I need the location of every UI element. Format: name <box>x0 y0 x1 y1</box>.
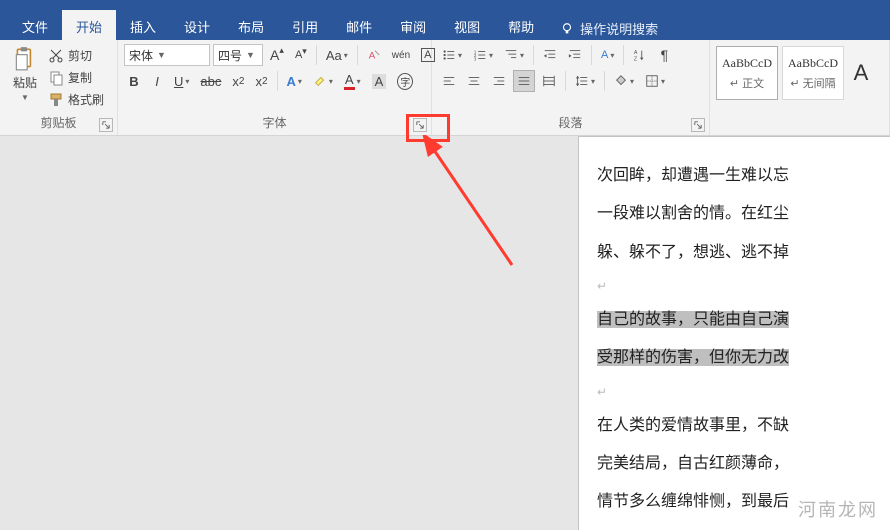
scissors-icon <box>48 48 64 64</box>
tab-insert[interactable]: 插入 <box>116 10 170 40</box>
shading-button[interactable]: ▾ <box>610 70 638 92</box>
change-case-button[interactable]: Aa▾ <box>322 44 352 66</box>
clipboard-group-label: 剪贴板 <box>0 112 117 135</box>
paste-label: 粘贴 <box>13 74 37 91</box>
tab-layout[interactable]: 布局 <box>224 10 278 40</box>
svg-text:A: A <box>634 50 638 56</box>
align-center-button[interactable] <box>463 70 485 92</box>
group-font: 宋体▼ 四号▼ A▴ A▾ Aa▾ A wén A B I U▾ <box>118 40 432 135</box>
group-clipboard: 粘贴 ▼ 剪切 复制 <box>0 40 118 135</box>
increase-indent-button[interactable] <box>564 44 586 66</box>
sort-button[interactable]: AZ <box>629 44 651 66</box>
decrease-indent-button[interactable] <box>539 44 561 66</box>
style-normal[interactable]: AaBbCcD ↵ 正文 <box>716 46 778 100</box>
group-styles: AaBbCcD ↵ 正文 AaBbCcD ↵ 无间隔 A <box>710 40 890 135</box>
bold-button[interactable]: B <box>124 70 144 92</box>
italic-button[interactable]: I <box>147 70 167 92</box>
format-painter-button[interactable]: 格式刷 <box>46 90 106 109</box>
cut-label: 剪切 <box>68 47 92 64</box>
doc-line[interactable]: 次回眸，却遭遇一生难以忘 <box>597 157 890 195</box>
multilevel-list-button[interactable]: ▾ <box>500 44 528 66</box>
character-shading-button[interactable]: A <box>368 70 391 92</box>
format-painter-icon <box>48 92 64 108</box>
lightbulb-icon <box>560 22 574 36</box>
borders-button[interactable]: ▾ <box>641 70 669 92</box>
shrink-font-button[interactable]: A▾ <box>291 44 311 66</box>
tab-review[interactable]: 审阅 <box>386 10 440 40</box>
tab-home[interactable]: 开始 <box>62 10 116 40</box>
copy-button[interactable]: 复制 <box>46 68 106 87</box>
doc-line[interactable]: 完美结局，自古红颜薄命， <box>597 445 890 483</box>
paste-icon <box>12 46 38 72</box>
paragraph-mark: ↵ <box>597 272 890 301</box>
tab-mailings[interactable]: 邮件 <box>332 10 386 40</box>
text-effects-button[interactable]: A▾ <box>283 70 306 92</box>
svg-text:A: A <box>369 51 376 62</box>
enclose-characters-button[interactable]: 字 <box>393 70 417 92</box>
clear-formatting-button[interactable]: A <box>363 44 385 66</box>
align-left-button[interactable] <box>438 70 460 92</box>
tab-help[interactable]: 帮助 <box>494 10 548 40</box>
ribbon-tab-strip: 文件 开始 插入 设计 布局 引用 邮件 审阅 视图 帮助 操作说明搜索 <box>0 10 890 40</box>
grow-font-button[interactable]: A▴ <box>266 44 288 66</box>
paragraph-group-label: 段落 <box>432 112 709 135</box>
document-canvas[interactable]: 次回眸，却遭遇一生难以忘 一段难以割舍的情。在红尘 躲、躲不了，想逃、逃不掉 ↵… <box>0 136 890 530</box>
tab-file[interactable]: 文件 <box>8 10 62 40</box>
font-group-label: 字体 <box>118 112 431 135</box>
document-page[interactable]: 次回眸，却遭遇一生难以忘 一段难以割舍的情。在红尘 躲、躲不了，想逃、逃不掉 ↵… <box>578 136 890 530</box>
tab-references[interactable]: 引用 <box>278 10 332 40</box>
group-paragraph: ▾ 123▾ ▾ A▾ AZ ¶ ▾ ▾ <box>432 40 710 135</box>
bullets-button[interactable]: ▾ <box>438 44 466 66</box>
doc-line[interactable]: 躲、躲不了，想逃、逃不掉 <box>597 234 890 272</box>
styles-group-label <box>710 115 889 135</box>
numbering-button[interactable]: 123▾ <box>469 44 497 66</box>
tab-design[interactable]: 设计 <box>170 10 224 40</box>
font-size-combo[interactable]: 四号▼ <box>213 44 263 66</box>
svg-text:3: 3 <box>474 56 477 61</box>
doc-line[interactable]: 一段难以割舍的情。在红尘 <box>597 195 890 233</box>
tab-view[interactable]: 视图 <box>440 10 494 40</box>
svg-text:Z: Z <box>634 56 638 62</box>
title-bar <box>0 0 890 10</box>
ribbon: 粘贴 ▼ 剪切 复制 <box>0 40 890 136</box>
tell-me-search[interactable]: 操作说明搜索 <box>548 10 670 40</box>
subscript-button[interactable]: x2 <box>228 70 248 92</box>
format-painter-label: 格式刷 <box>68 91 104 108</box>
superscript-button[interactable]: x2 <box>251 70 271 92</box>
doc-line[interactable]: 在人类的爱情故事里，不缺 <box>597 407 890 445</box>
asian-layout-button[interactable]: A▾ <box>597 44 618 66</box>
line-spacing-button[interactable]: ▾ <box>571 70 599 92</box>
copy-icon <box>48 70 64 86</box>
highlight-button[interactable]: ▾ <box>309 70 337 92</box>
phonetic-guide-button[interactable]: wén <box>388 44 414 66</box>
distributed-button[interactable] <box>538 70 560 92</box>
show-hide-button[interactable]: ¶ <box>654 44 674 66</box>
underline-button[interactable]: U▾ <box>170 70 193 92</box>
style-no-spacing[interactable]: AaBbCcD ↵ 无间隔 <box>782 46 844 100</box>
font-color-button[interactable]: A▾ <box>340 70 365 92</box>
paragraph-launcher[interactable] <box>691 118 705 132</box>
cut-button[interactable]: 剪切 <box>46 46 106 65</box>
paragraph-mark: ↵ <box>597 378 890 407</box>
justify-button[interactable] <box>513 70 535 92</box>
copy-label: 复制 <box>68 69 92 86</box>
align-right-button[interactable] <box>488 70 510 92</box>
clipboard-launcher[interactable] <box>99 118 113 132</box>
font-name-combo[interactable]: 宋体▼ <box>124 44 210 66</box>
strikethrough-button[interactable]: abc <box>196 70 225 92</box>
font-launcher[interactable] <box>413 118 427 132</box>
doc-line[interactable]: 自己的故事，只能由自己演 <box>597 301 890 339</box>
doc-line[interactable]: 情节多么缠绵悱恻，到最后 <box>597 483 890 521</box>
style-heading-partial[interactable]: A <box>848 46 874 100</box>
tell-me-label: 操作说明搜索 <box>580 19 658 38</box>
paste-button[interactable]: 粘贴 ▼ <box>6 44 44 102</box>
doc-line[interactable]: 受那样的伤害，但你无力改 <box>597 339 890 377</box>
